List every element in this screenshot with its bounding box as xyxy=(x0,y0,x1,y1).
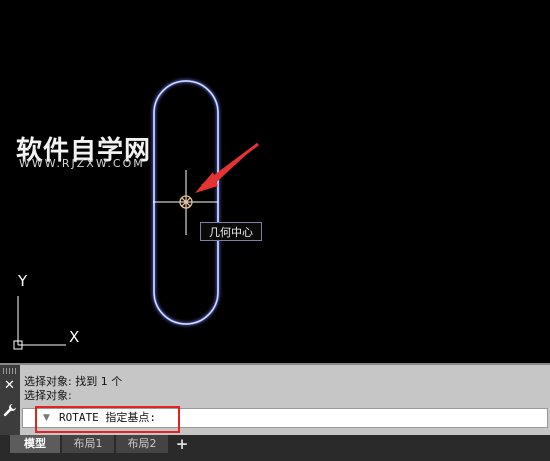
canvas-graphics xyxy=(13,80,259,350)
tab-model[interactable]: 模型 xyxy=(10,435,60,453)
command-panel-sidebar: ✕ xyxy=(0,365,20,435)
close-icon[interactable]: ✕ xyxy=(4,379,15,393)
ucs-icon xyxy=(13,296,66,350)
wrench-icon[interactable] xyxy=(3,403,17,417)
history-line: 选择对象: xyxy=(24,389,72,402)
tab-layout2[interactable]: 布局2 xyxy=(116,435,168,453)
ucs-y-label: Y xyxy=(18,272,28,290)
add-layout-button[interactable]: + xyxy=(172,435,192,453)
annotation-arrow xyxy=(195,142,259,193)
command-history: 选择对象: 找到 1 个 选择对象: xyxy=(24,375,122,403)
history-line: 选择对象: 找到 1 个 xyxy=(24,375,123,388)
grip-handle[interactable] xyxy=(3,368,17,374)
watermark-url: WWW.RJZXW.COM xyxy=(19,157,145,170)
layout-tab-bar: 模型 布局1 布局2 + xyxy=(0,435,550,461)
snap-tooltip: 几何中心 xyxy=(200,222,262,241)
highlight-box xyxy=(35,406,180,433)
tab-layout1[interactable]: 布局1 xyxy=(62,435,114,453)
drawing-canvas[interactable]: 软件自学网 WWW.RJZXW.COM 几何中心 Y X xyxy=(0,0,550,363)
ucs-x-label: X xyxy=(69,328,80,346)
